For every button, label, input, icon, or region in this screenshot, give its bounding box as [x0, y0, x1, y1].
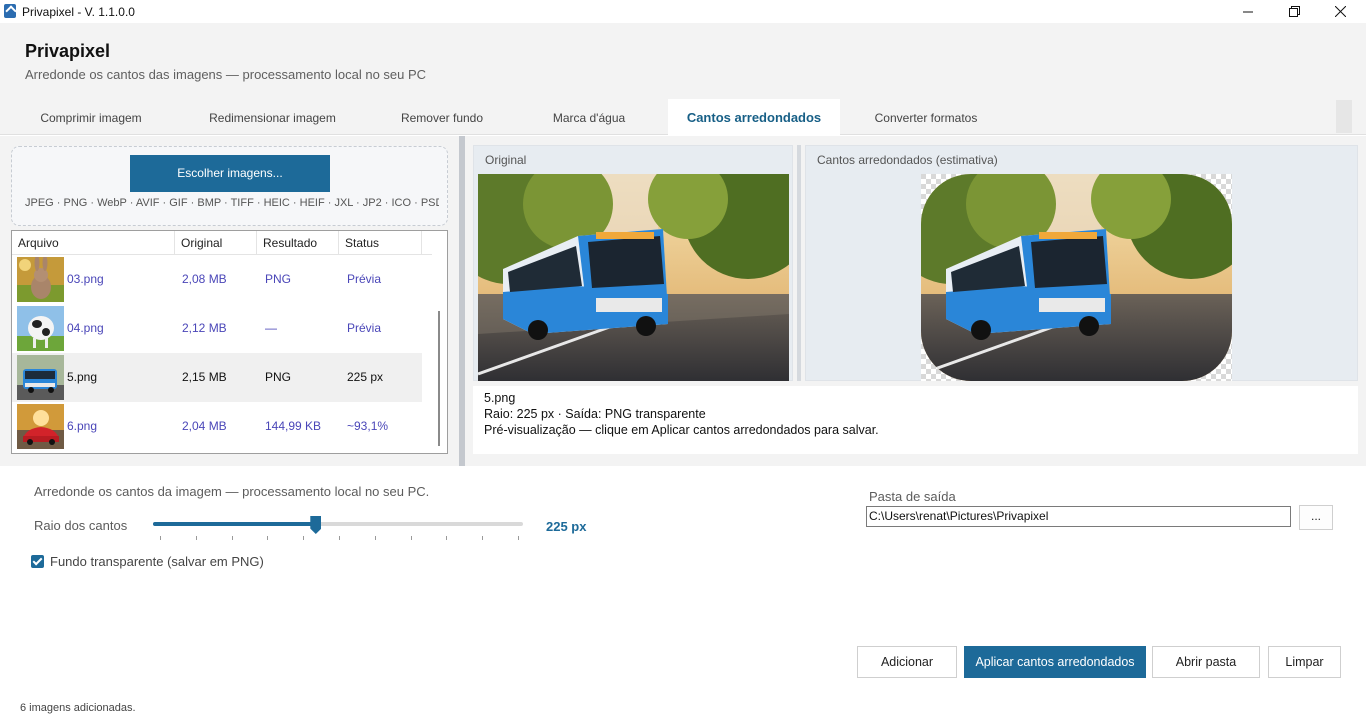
original-preview: Original [473, 145, 793, 381]
app-name: Privapixel [25, 41, 111, 61]
drop-zone[interactable]: Escolher imagens... JPEG · PNG · WebP · … [11, 146, 448, 226]
tab-scroll-thumb[interactable] [1336, 100, 1352, 133]
title-bar: Privapixel - V. 1.1.0.0 [0, 0, 1366, 23]
tab-redimensionar[interactable]: Redimensionar imagem [190, 99, 355, 135]
tab-cantos-arredondados[interactable]: Cantos arredondados [668, 99, 840, 136]
output-folder-input[interactable]: C:\Users\renat\Pictures\Privapixel [866, 506, 1291, 527]
table-row[interactable]: 03.png 2,08 MB PNG Prévia [12, 255, 422, 304]
tab-converter-formatos[interactable]: Converter formatos [858, 99, 994, 135]
slider-tick [518, 536, 519, 540]
apply-rounded-corners-button[interactable]: Aplicar cantos arredondados [964, 646, 1146, 678]
slider-tick [160, 536, 161, 540]
status: ~93,1% [347, 419, 389, 433]
tab-remover-fundo[interactable]: Remover fundo [383, 99, 501, 135]
transparent-checkbox[interactable] [31, 555, 44, 568]
original-preview-label: Original [485, 153, 527, 167]
slider-tick [303, 536, 305, 540]
app-subtitle: Arredonde os cantos das imagens — proces… [25, 67, 427, 82]
original-size: 2,04 MB [182, 419, 227, 433]
result: PNG [265, 272, 292, 286]
table-row[interactable]: 6.png 2,04 MB 144,99 KB ~93,1% [12, 402, 422, 451]
add-button[interactable]: Adicionar [857, 646, 957, 678]
thumbnail-rabbit [17, 257, 64, 302]
original-bus-image [478, 174, 789, 381]
window-title: Privapixel - V. 1.1.0.0 [22, 5, 135, 19]
preview-info: 5.png Raio: 225 px · Saída: PNG transpar… [473, 386, 1358, 454]
file-name: 03.png [67, 272, 104, 286]
slider-tick [339, 536, 340, 540]
app-header: Privapixel Arredonde os cantos das image… [0, 23, 1366, 98]
result: PNG [265, 370, 292, 384]
original-size: 2,15 MB [182, 370, 227, 384]
choose-images-button[interactable]: Escolher imagens... [130, 155, 330, 192]
thumbnail-bus [17, 355, 64, 400]
table-row[interactable]: 04.png 2,12 MB — Prévia [12, 304, 422, 353]
file-name: 04.png [67, 321, 104, 335]
column-arquivo[interactable]: Arquivo [12, 231, 175, 255]
radius-label: Raio dos cantos [34, 518, 128, 533]
file-table: Arquivo Original Resultado Status 03.png… [11, 230, 448, 454]
slider-tick [267, 536, 269, 540]
table-scrollbar[interactable] [438, 311, 440, 446]
info-file: 5.png [484, 391, 516, 405]
result: — [265, 321, 277, 335]
tab-marca-dagua[interactable]: Marca d'água [532, 99, 646, 135]
rounded-preview-label: Cantos arredondados (estimativa) [817, 153, 998, 167]
file-name: 6.png [67, 419, 98, 433]
transparent-label[interactable]: Fundo transparente (salvar em PNG) [50, 554, 264, 569]
file-name: 5.png [67, 370, 98, 384]
slider-tick [231, 536, 233, 540]
thumbnail-car [17, 404, 64, 449]
slider-tick [374, 536, 376, 540]
preview-divider [797, 145, 801, 381]
close-icon[interactable] [1317, 0, 1363, 23]
table-header: Arquivo Original Resultado Status [12, 231, 432, 255]
rounded-bus-image [921, 174, 1232, 381]
supported-formats: JPEG · PNG · WebP · AVIF · GIF · BMP · T… [25, 197, 439, 209]
open-folder-button[interactable]: Abrir pasta [1152, 646, 1260, 678]
app-icon [4, 4, 16, 18]
table-row-selected[interactable]: 5.png 2,15 MB PNG 225 px [12, 353, 422, 402]
settings-panel: Arredonde os cantos da imagem — processa… [0, 466, 1366, 719]
radius-slider-fill [153, 522, 316, 526]
slider-tick [410, 536, 412, 540]
original-size: 2,08 MB [182, 272, 227, 286]
status-bar-text: 6 imagens adicionadas. [20, 702, 136, 714]
radius-value: 225 px [546, 519, 587, 534]
slider-tick [446, 536, 448, 540]
tab-bar: Comprimir imagem Redimensionar imagem Re… [0, 98, 1366, 136]
output-folder-label: Pasta de saída [869, 489, 956, 504]
column-original[interactable]: Original [175, 231, 257, 255]
slider-tick [482, 536, 484, 540]
file-panel: Escolher imagens... JPEG · PNG · WebP · … [0, 136, 459, 466]
result: 144,99 KB [265, 419, 322, 433]
info-radius: Raio: 225 px · Saída: PNG transparente [484, 407, 706, 421]
column-resultado[interactable]: Resultado [257, 231, 339, 255]
status: Prévia [347, 272, 382, 286]
info-hint: Pré-visualização — clique em Aplicar can… [484, 423, 879, 437]
rounded-preview: Cantos arredondados (estimativa) [805, 145, 1358, 381]
settings-description: Arredonde os cantos da imagem — processa… [34, 484, 430, 499]
column-status[interactable]: Status [339, 231, 422, 255]
clear-button[interactable]: Limpar [1268, 646, 1341, 678]
radius-slider-thumb[interactable] [310, 516, 322, 534]
preview-panel: Original Cantos arredondados (estimativa… [465, 136, 1366, 466]
slider-tick [195, 536, 197, 540]
restore-icon[interactable] [1271, 0, 1317, 23]
original-size: 2,12 MB [182, 321, 227, 335]
thumbnail-cow [17, 306, 64, 351]
status: Prévia [347, 321, 382, 335]
minimize-icon[interactable] [1225, 0, 1271, 23]
browse-folder-button[interactable]: ... [1299, 505, 1333, 530]
tab-comprimir[interactable]: Comprimir imagem [22, 99, 160, 135]
status: 225 px [347, 370, 384, 384]
